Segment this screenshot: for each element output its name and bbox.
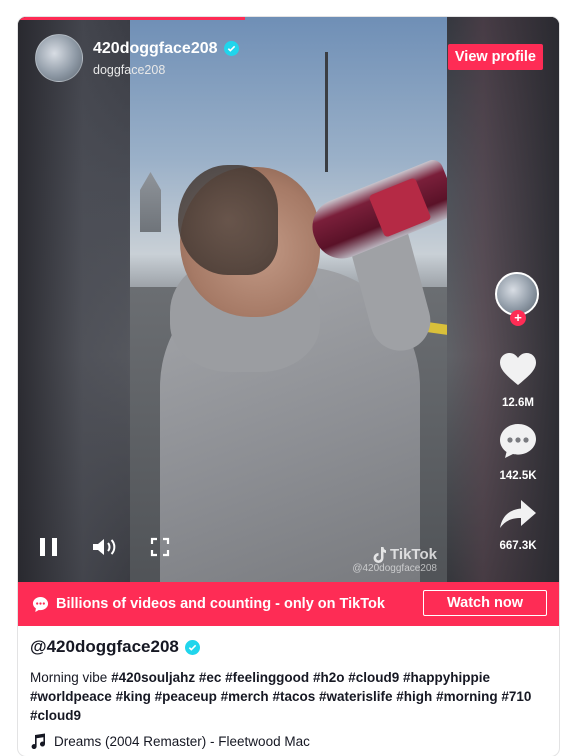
music-title[interactable]: Dreams (2004 Remaster) - Fleetwood Mac (54, 734, 310, 749)
share-count: 667.3K (499, 540, 537, 552)
comment-icon[interactable] (499, 423, 537, 459)
follow-plus-icon[interactable]: + (510, 310, 526, 326)
verified-badge-icon (184, 639, 200, 655)
hashtag-link[interactable]: #cloud9 (30, 708, 81, 723)
watermark-handle: @420doggface208 (352, 563, 437, 574)
hashtag-link[interactable]: #morning (436, 689, 498, 704)
heart-icon[interactable] (499, 352, 537, 386)
video-scene-hair (178, 165, 278, 275)
hashtag-link[interactable]: #ec (199, 670, 222, 685)
hashtag-link[interactable]: #cloud9 (348, 670, 399, 685)
playback-controls (38, 537, 170, 557)
watch-now-button[interactable]: Watch now (423, 590, 547, 616)
watermark-logo: TikTok (352, 546, 437, 563)
progress-bar[interactable] (18, 17, 246, 20)
video-frame[interactable]: TikTok @420doggface208 (130, 17, 447, 582)
post-meta: @420doggface208 Morning vibe #420souljah… (30, 637, 550, 749)
author-display-name[interactable]: 420doggface208 (93, 40, 218, 58)
author-handle: doggface208 (93, 62, 166, 77)
video-scene-pole (325, 52, 328, 172)
like-action[interactable]: 12.6M (493, 352, 543, 409)
post-handle-row[interactable]: @420doggface208 (30, 637, 550, 657)
author-avatar[interactable] (35, 34, 83, 82)
share-icon[interactable] (499, 499, 537, 529)
post-handle[interactable]: @420doggface208 (30, 637, 179, 657)
verified-badge-icon (223, 41, 239, 56)
hashtag-link[interactable]: #tacos (272, 689, 315, 704)
pause-icon[interactable] (38, 537, 60, 557)
author-name-row[interactable]: 420doggface208 (93, 40, 239, 58)
hashtag-link[interactable]: #h2o (313, 670, 345, 685)
volume-icon[interactable] (92, 537, 118, 557)
banner-text: Billions of videos and counting - only o… (56, 596, 385, 612)
like-count: 12.6M (502, 397, 534, 409)
author-text: 420doggface208 doggface208 (93, 40, 239, 77)
comment-count: 142.5K (499, 470, 537, 482)
tiktok-watermark: TikTok @420doggface208 (352, 546, 437, 574)
hashtag-link[interactable]: #king (116, 689, 151, 704)
hashtag-link[interactable]: #420souljahz (111, 670, 195, 685)
music-row[interactable]: Dreams (2004 Remaster) - Fleetwood Mac (30, 733, 550, 749)
hashtag-link[interactable]: #happyhippie (403, 670, 490, 685)
hashtag-link[interactable]: #peaceup (155, 689, 217, 704)
author-info[interactable]: 420doggface208 doggface208 (35, 34, 239, 82)
post-caption: Morning vibe #420souljahz #ec #feelinggo… (30, 668, 550, 725)
hashtag-link[interactable]: #waterislife (319, 689, 393, 704)
music-note-icon (31, 733, 46, 749)
hashtag-link[interactable]: #high (396, 689, 432, 704)
comment-action[interactable]: 142.5K (493, 423, 543, 482)
chat-bubble-icon (32, 596, 49, 612)
hashtag-link[interactable]: #worldpeace (30, 689, 112, 704)
hashtag-link[interactable]: #feelinggood (225, 670, 309, 685)
watermark-brand: TikTok (390, 546, 437, 563)
caption-text: Morning vibe (30, 670, 108, 685)
video-player[interactable]: TikTok @420doggface208 420doggface208 do… (18, 17, 559, 582)
embed-card: TikTok @420doggface208 420doggface208 do… (18, 17, 559, 756)
view-profile-button[interactable]: View profile (447, 44, 543, 70)
hashtag-link[interactable]: #710 (501, 689, 531, 704)
promo-banner: Billions of videos and counting - only o… (18, 582, 559, 626)
fullscreen-icon[interactable] (150, 537, 170, 557)
hashtag-link[interactable]: #merch (221, 689, 269, 704)
share-action[interactable]: 667.3K (493, 499, 543, 552)
tiktok-note-icon (373, 546, 387, 563)
